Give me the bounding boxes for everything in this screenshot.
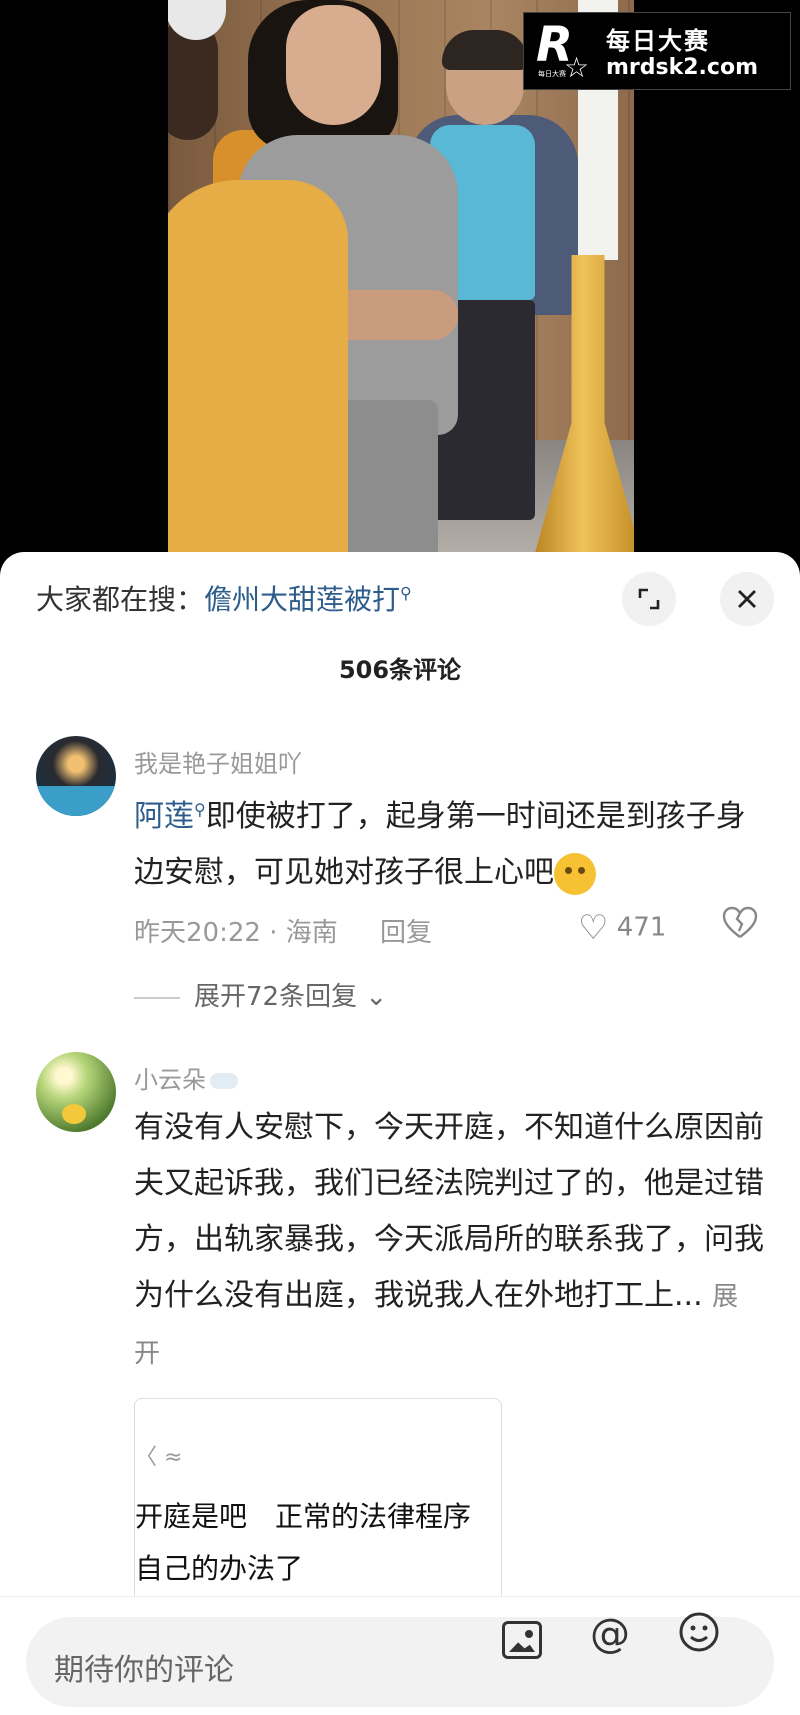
expand-replies-button[interactable]: 展开72条回复 ⌄ (134, 976, 387, 1013)
cloud-icon (210, 1073, 238, 1089)
comment-input[interactable]: 期待你的评论 (26, 1617, 774, 1707)
avatar[interactable] (36, 1052, 116, 1132)
watermark-url: mrdsk2.com (606, 55, 758, 80)
video-player[interactable]: R ☆ 每日大赛 每日大赛 mrdsk2.com (0, 0, 800, 560)
comment-text: 有没有人安慰下，今天开庭，不知道什么原因前夫又起诉我，我们已经法院判过了的，他是… (134, 1100, 764, 1382)
heart-icon: ♡ (578, 908, 609, 948)
watermark-brand: 每日大赛 (606, 27, 710, 55)
image-text-line-2: 自己的办法了 (135, 1552, 304, 1585)
comment-username[interactable]: 小云朵 (134, 1060, 238, 1095)
broken-heart-icon (722, 906, 758, 938)
comment-time-location: 昨天20:22 · 海南 (134, 918, 338, 948)
search-icon: ⚲ (400, 583, 412, 603)
comment-username[interactable]: 我是艳子姐姐吖 (134, 744, 302, 779)
image-text-line-1: 开庭是吧 正常的法律程序 (135, 1500, 472, 1533)
comment-text: 阿莲⚲即使被打了，起身第一时间还是到孩子身边安慰，可见她对孩子很上心吧 (134, 782, 764, 901)
trending-search-label: 大家都在搜： (36, 583, 205, 616)
image-icon[interactable] (502, 1621, 542, 1659)
comment-input-placeholder: 期待你的评论 (54, 1653, 234, 1688)
comment-meta: 昨天20:22 · 海南 回复 (134, 912, 432, 949)
trending-search-keyword[interactable]: 儋州大甜莲被打 (204, 583, 400, 616)
smile-icon[interactable] (678, 1611, 720, 1663)
close-button[interactable] (720, 572, 774, 626)
comment-image[interactable]: 〈 ≈ 开庭是吧 正常的法律程序 自己的办法了 (134, 1398, 502, 1618)
reply-button[interactable]: 回复 (380, 918, 432, 948)
mention-link[interactable]: 阿莲 (134, 799, 194, 834)
comment-body: 有没有人安慰下，今天开庭，不知道什么原因前夫又起诉我，我们已经法院判过了的，他是… (134, 1110, 764, 1313)
dislike-button[interactable] (722, 906, 758, 948)
scribble-mark: 〈 ≈ (135, 1445, 183, 1470)
comment-input-bar: 期待你的评论 @ (0, 1596, 800, 1715)
expand-button[interactable] (622, 572, 676, 626)
chevron-down-icon: ⌄ (365, 982, 388, 1012)
avatar[interactable] (36, 736, 116, 816)
comment-count: 506条评论 (338, 656, 462, 684)
search-icon: ⚲ (194, 800, 206, 819)
at-icon[interactable]: @ (590, 1611, 630, 1657)
crying-emoji-icon (554, 852, 596, 895)
expand-icon (638, 588, 660, 610)
like-button[interactable]: ♡ 471 (578, 908, 666, 948)
comment-body: 即使被打了，起身第一时间还是到孩子身边安慰，可见她对孩子很上心吧 (134, 799, 746, 890)
watermark-logo: R ☆ 每日大赛 每日大赛 mrdsk2.com (523, 12, 791, 90)
close-icon (738, 590, 756, 608)
expand-replies-label: 展开72条回复 (194, 982, 358, 1012)
comment-sheet: 大家都在搜：儋州大甜莲被打⚲ 506条评论 我是艳子姐姐吖 阿莲⚲即使被打了，起… (0, 552, 800, 1715)
trending-search[interactable]: 大家都在搜：儋州大甜莲被打⚲ (36, 578, 412, 618)
like-count: 471 (616, 912, 667, 943)
brand-logo-icon: R ☆ 每日大赛 (536, 17, 590, 84)
